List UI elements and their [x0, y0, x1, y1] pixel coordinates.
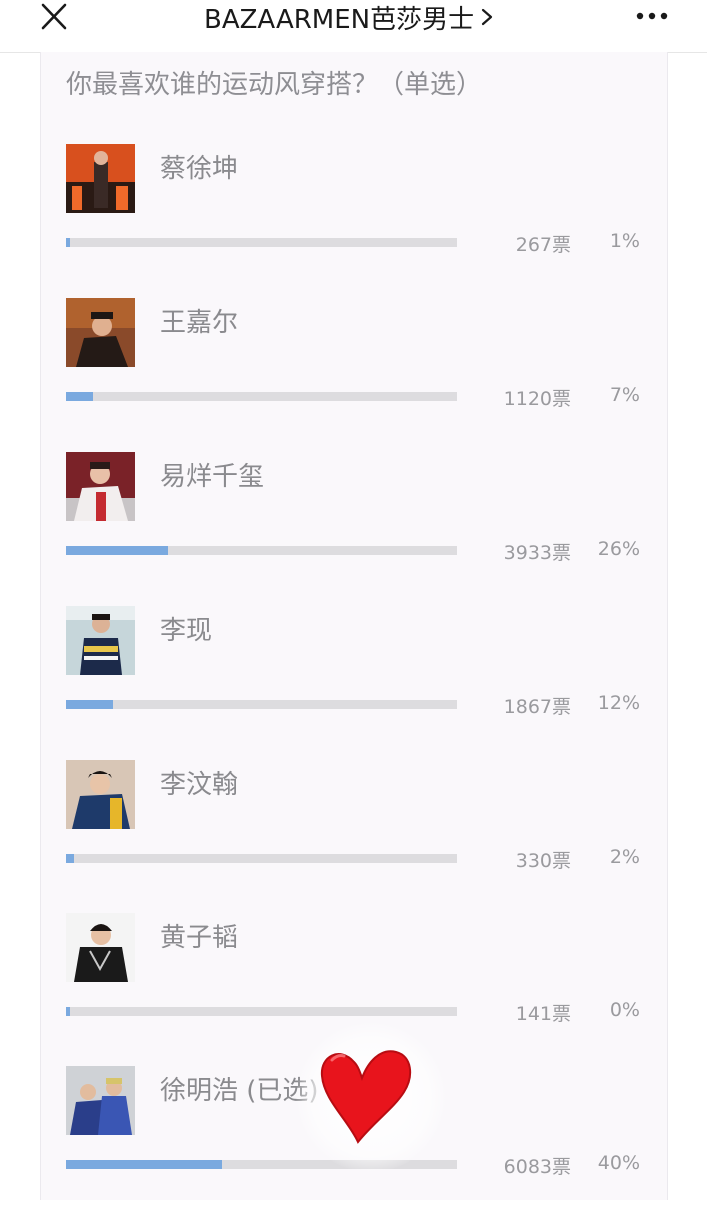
vote-percent: 1%: [609, 230, 640, 252]
chevron-right-icon: [482, 8, 493, 26]
option-thumbnail: [66, 1066, 135, 1135]
vote-bar-fill: [66, 700, 113, 709]
option-name: 易烊千玺: [160, 462, 265, 492]
vote-bar-fill: [66, 238, 70, 247]
vote-percent: 0%: [609, 999, 640, 1021]
vote-percent: 2%: [609, 846, 640, 868]
vote-bar-fill: [66, 854, 74, 863]
option-thumbnail: [66, 760, 135, 829]
vote-percent: 12%: [597, 692, 640, 714]
option-name: 李现: [160, 616, 213, 646]
account-title: BAZAARMEN芭莎男士: [204, 4, 475, 35]
option-thumbnail: [66, 144, 135, 213]
vote-bar-fill: [66, 546, 168, 555]
option-thumbnail: [66, 298, 135, 367]
vote-bar-track: [66, 392, 457, 401]
vote-bar-fill: [66, 1160, 223, 1169]
option-thumbnail: [66, 913, 135, 982]
vote-bar-track: [66, 1007, 457, 1016]
poll-option[interactable]: 蔡徐坤 267票 1%: [0, 144, 707, 298]
poll-question: 你最喜欢谁的运动风穿搭？（单选）: [66, 70, 483, 100]
vote-bar-track: [66, 854, 457, 863]
poll-option[interactable]: 李汶翰 330票 2%: [0, 760, 707, 914]
vote-bar-track: [66, 700, 457, 709]
vote-percent: 40%: [597, 1152, 640, 1174]
vote-count: 267票: [515, 234, 571, 256]
heart-icon: [320, 1050, 412, 1144]
vote-percent: 7%: [609, 384, 640, 406]
top-nav-bar: BAZAARMEN芭莎男士: [0, 0, 707, 53]
option-thumbnail: [66, 606, 135, 675]
vote-bar-track: [66, 546, 457, 555]
option-name: 徐明浩 (已选): [160, 1076, 319, 1106]
option-name: 王嘉尔: [160, 308, 239, 338]
poll-option[interactable]: 易烊千玺 3933票 26%: [0, 452, 707, 606]
vote-count: 6083票: [503, 1156, 571, 1178]
vote-count: 3933票: [503, 542, 571, 564]
account-title-link[interactable]: BAZAARMEN芭莎男士: [204, 1, 494, 35]
poll-option[interactable]: 王嘉尔 1120票 7%: [0, 298, 707, 452]
vote-percent: 26%: [597, 538, 640, 560]
vote-count: 330票: [515, 850, 571, 872]
vote-count: 1867票: [503, 696, 571, 718]
option-name: 黄子韬: [160, 923, 239, 953]
more-icon[interactable]: [634, 6, 670, 26]
option-name: 蔡徐坤: [160, 154, 239, 184]
close-icon[interactable]: [38, 3, 70, 31]
vote-bar-fill: [66, 1007, 70, 1016]
option-thumbnail: [66, 452, 135, 521]
option-name: 李汶翰: [160, 770, 239, 800]
vote-count: 141票: [515, 1003, 571, 1025]
vote-count: 1120票: [503, 388, 571, 410]
vote-bar-fill: [66, 392, 94, 401]
vote-bar-track: [66, 238, 457, 247]
poll-option[interactable]: 李现 1867票 12%: [0, 606, 707, 760]
